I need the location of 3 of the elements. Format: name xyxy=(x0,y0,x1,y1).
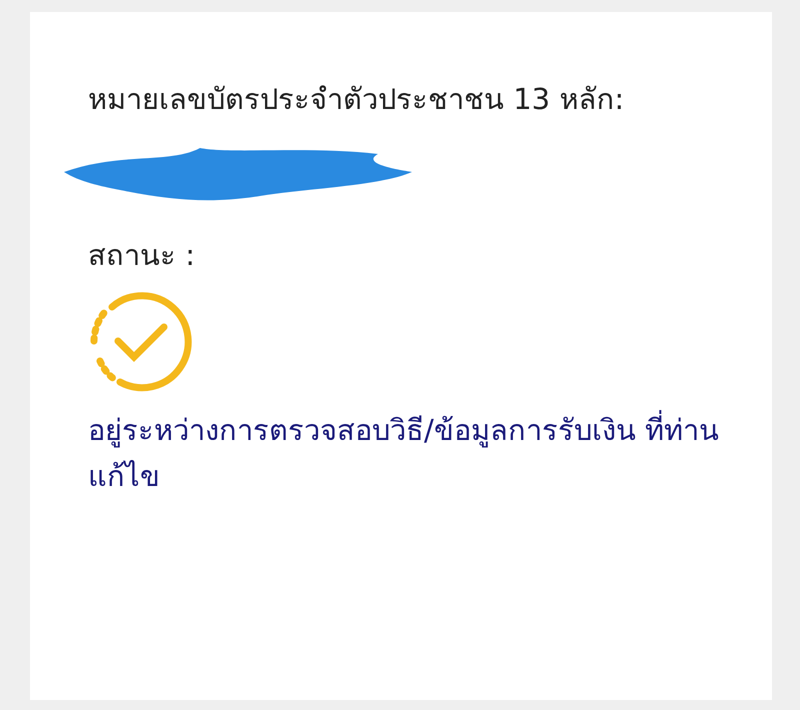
status-label: สถานะ : xyxy=(88,236,195,274)
id-label: หมายเลขบัตรประจำตัวประชาชน 13 หลัก: xyxy=(88,81,624,118)
status-text: อยู่ระหว่างการตรวจสอบวิธี/ข้อมูลการรับเงิน ที่ท่านแก้ไข xyxy=(88,407,728,500)
